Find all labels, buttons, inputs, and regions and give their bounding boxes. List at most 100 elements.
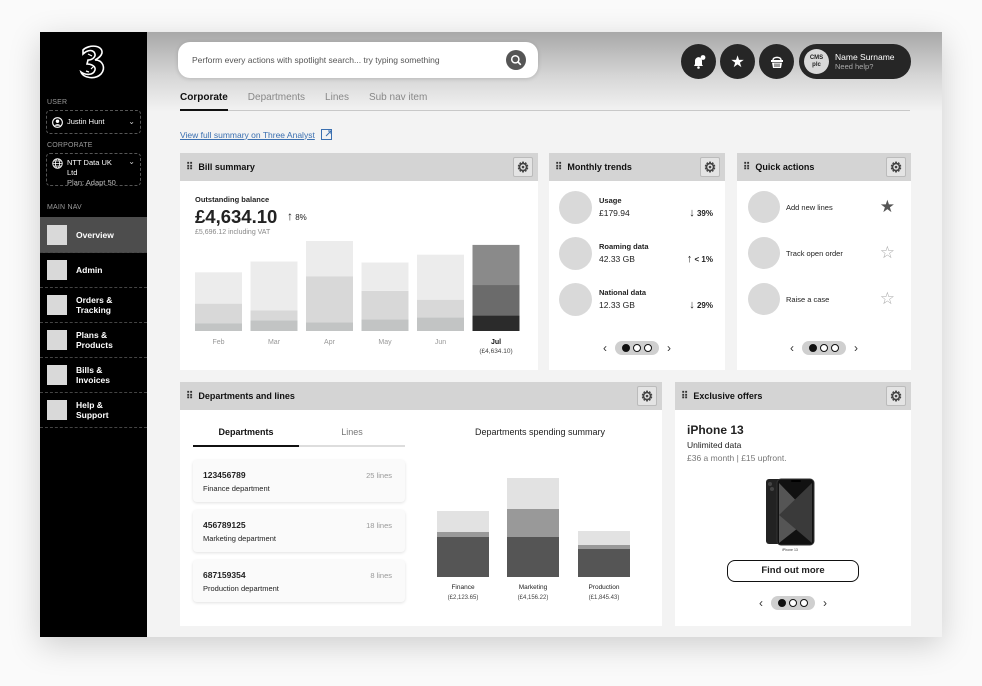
drag-handle-icon[interactable]: ⠿ bbox=[555, 162, 562, 173]
quick-action-item[interactable]: Add new lines ★ bbox=[748, 191, 903, 225]
sidebar-item-bills[interactable]: Bills & Invoices bbox=[40, 358, 147, 393]
trend-label: Usage bbox=[599, 196, 622, 205]
card-header[interactable]: ⠿ Departments and lines ⚙ bbox=[180, 382, 662, 410]
external-link-icon bbox=[320, 129, 332, 140]
bar-jul-segment-1[interactable] bbox=[472, 315, 520, 331]
bar-finance-segment-3[interactable] bbox=[437, 511, 489, 532]
tab-departments[interactable]: Departments bbox=[248, 90, 305, 110]
balance-trend: ↑ 8% bbox=[287, 209, 307, 223]
nav-icon-placeholder bbox=[47, 260, 67, 280]
bar-marketing-segment-2[interactable] bbox=[507, 509, 559, 537]
pagination-dots[interactable] bbox=[615, 341, 659, 355]
department-item[interactable]: 456789125 Marketing department 18 lines bbox=[193, 510, 405, 552]
star-filled-icon[interactable]: ★ bbox=[880, 197, 895, 217]
sidebar-item-overview[interactable]: Overview bbox=[40, 217, 147, 253]
bar-jun-segment-1[interactable] bbox=[417, 317, 464, 331]
bar-jul-segment-3[interactable] bbox=[472, 244, 520, 286]
search-input[interactable] bbox=[192, 55, 506, 65]
analyst-link-text[interactable]: View full summary on Three Analyst bbox=[180, 130, 315, 140]
offer-subtitle: Unlimited data bbox=[687, 440, 742, 450]
chevron-left-icon[interactable]: ‹ bbox=[759, 596, 763, 610]
sidebar-item-plans[interactable]: Plans & Products bbox=[40, 323, 147, 358]
sidebar-item-orders[interactable]: Orders & Tracking bbox=[40, 288, 147, 323]
drag-handle-icon[interactable]: ⠿ bbox=[186, 391, 193, 402]
bar-marketing-segment-1[interactable] bbox=[507, 537, 559, 577]
favourites-button[interactable]: ★ bbox=[720, 44, 755, 79]
chevron-right-icon[interactable]: › bbox=[823, 596, 827, 610]
user-selector[interactable]: Justin Hunt ⌄ bbox=[46, 110, 141, 134]
search-button[interactable] bbox=[506, 50, 526, 70]
chevron-left-icon[interactable]: ‹ bbox=[790, 341, 794, 355]
bar-apr-segment-2[interactable] bbox=[306, 276, 353, 323]
trend-item[interactable]: National data 12.33 GB ↓ 29% bbox=[559, 283, 719, 317]
department-item[interactable]: 687159354 Production department 8 lines bbox=[193, 560, 405, 602]
bar-feb-segment-3[interactable] bbox=[195, 272, 242, 304]
card-header[interactable]: ⠿ Exclusive offers ⚙ bbox=[675, 382, 911, 410]
star-outline-icon[interactable]: ☆ bbox=[880, 289, 895, 309]
bar-feb-segment-1[interactable] bbox=[195, 323, 242, 331]
tab-lines[interactable]: Lines bbox=[325, 90, 349, 110]
tab-corporate[interactable]: Corporate bbox=[180, 90, 228, 111]
bar-apr-segment-3[interactable] bbox=[306, 241, 353, 277]
settings-gear-icon[interactable]: ⚙ bbox=[886, 157, 906, 177]
chevron-left-icon[interactable]: ‹ bbox=[603, 341, 607, 355]
corporate-selector[interactable]: NTT Data UK Ltd Plan: Adapt 50 ⌄ bbox=[46, 153, 141, 187]
notifications-button[interactable] bbox=[681, 44, 716, 79]
sidebar-item-admin[interactable]: Admin bbox=[40, 253, 147, 288]
department-item[interactable]: 123456789 Finance department 25 lines bbox=[193, 460, 405, 502]
bar-jul-segment-2[interactable] bbox=[472, 285, 520, 316]
help-link[interactable]: Need help? bbox=[835, 62, 895, 72]
bar-may-segment-1[interactable] bbox=[361, 319, 409, 331]
bar-finance-segment-1[interactable] bbox=[437, 537, 489, 577]
iphone-image[interactable]: iPhone 13 bbox=[765, 477, 815, 552]
card-header[interactable]: ⠿ Bill summary ⚙ bbox=[180, 153, 538, 181]
pagination-dots[interactable] bbox=[802, 341, 846, 355]
tab-sub-nav-item[interactable]: Sub nav item bbox=[369, 90, 427, 110]
sidebar-item-help[interactable]: Help & Support bbox=[40, 393, 147, 428]
x-tick-label: Jun bbox=[435, 339, 446, 346]
bar-jun-segment-2[interactable] bbox=[417, 299, 464, 318]
quick-action-label: Track open order bbox=[786, 249, 843, 258]
card-header[interactable]: ⠿ Quick actions ⚙ bbox=[737, 153, 911, 181]
chevron-right-icon[interactable]: › bbox=[667, 341, 671, 355]
bar-mar-segment-2[interactable] bbox=[250, 310, 298, 321]
bar-finance-segment-2[interactable] bbox=[437, 532, 489, 537]
bar-production-segment-2[interactable] bbox=[578, 545, 630, 549]
chevron-right-icon[interactable]: › bbox=[854, 341, 858, 355]
star-outline-icon[interactable]: ☆ bbox=[880, 243, 895, 263]
bar-apr-segment-1[interactable] bbox=[306, 322, 353, 331]
settings-gear-icon[interactable]: ⚙ bbox=[637, 386, 657, 406]
bar-may-segment-3[interactable] bbox=[361, 262, 409, 291]
basket-button[interactable] bbox=[759, 44, 794, 79]
offer-price: £36 a month | £15 upfront. bbox=[687, 453, 787, 463]
settings-gear-icon[interactable]: ⚙ bbox=[700, 157, 720, 177]
pagination-dots[interactable] bbox=[771, 596, 815, 610]
bar-feb-segment-2[interactable] bbox=[195, 303, 242, 324]
trend-item[interactable]: Usage £179.94 ↓ 39% bbox=[559, 191, 719, 225]
bar-may-segment-2[interactable] bbox=[361, 290, 409, 320]
bar-mar-segment-3[interactable] bbox=[250, 261, 298, 311]
three-analyst-link[interactable]: View full summary on Three Analyst bbox=[180, 129, 332, 140]
drag-handle-icon[interactable]: ⠿ bbox=[681, 391, 688, 402]
trend-item[interactable]: Roaming data 42.33 GB ↑ < 1% bbox=[559, 237, 719, 271]
trend-value: 42.33 GB bbox=[599, 254, 635, 264]
drag-handle-icon[interactable]: ⠿ bbox=[186, 162, 193, 173]
x-tick-label: Feb bbox=[212, 339, 224, 346]
drag-handle-icon[interactable]: ⠿ bbox=[743, 162, 750, 173]
bar-production-segment-1[interactable] bbox=[578, 549, 630, 577]
card-header[interactable]: ⠿ Monthly trends ⚙ bbox=[549, 153, 725, 181]
bar-marketing-segment-3[interactable] bbox=[507, 478, 559, 509]
bar-mar-segment-1[interactable] bbox=[250, 320, 298, 331]
quick-action-item[interactable]: Track open order ☆ bbox=[748, 237, 903, 271]
tab-lines[interactable]: Lines bbox=[299, 427, 405, 445]
tab-departments[interactable]: Departments bbox=[193, 427, 299, 447]
quick-action-item[interactable]: Raise a case ☆ bbox=[748, 283, 903, 317]
profile-button[interactable]: CMS plc Name Surname Need help? bbox=[799, 44, 911, 79]
settings-gear-icon[interactable]: ⚙ bbox=[886, 386, 906, 406]
settings-gear-icon[interactable]: ⚙ bbox=[513, 157, 533, 177]
bar-production-segment-3[interactable] bbox=[578, 531, 630, 545]
spotlight-search[interactable] bbox=[178, 42, 538, 78]
find-out-more-button[interactable]: Find out more bbox=[727, 560, 859, 582]
bar-jun-segment-3[interactable] bbox=[417, 254, 464, 300]
three-logo-icon[interactable] bbox=[73, 42, 113, 82]
